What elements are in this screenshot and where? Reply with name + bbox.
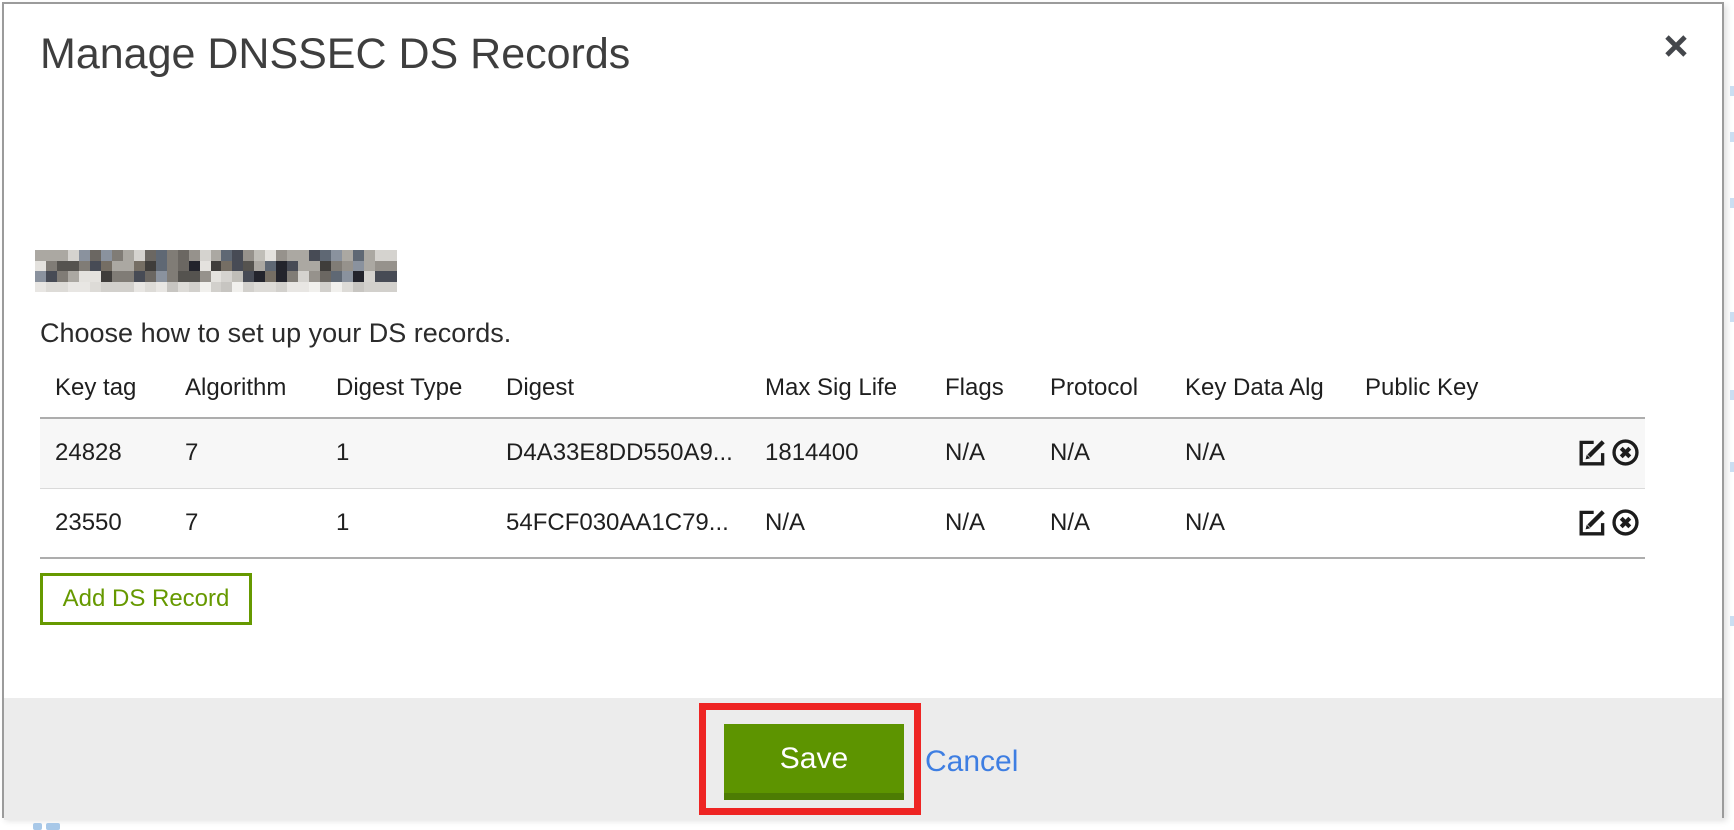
background-page-fragment xyxy=(46,823,60,830)
col-digest: Digest xyxy=(491,364,750,418)
cell-actions xyxy=(1545,418,1645,488)
cell-digest: D4A33E8DD550A9... xyxy=(491,418,750,488)
cell-digest: 54FCF030AA1C79... xyxy=(491,488,750,558)
cell-key-tag: 23550 xyxy=(40,488,170,558)
cell-flags: N/A xyxy=(930,418,1035,488)
table-row: 23550 7 1 54FCF030AA1C79... N/A N/A N/A … xyxy=(40,488,1645,558)
cell-actions xyxy=(1545,488,1645,558)
col-flags: Flags xyxy=(930,364,1035,418)
cell-protocol: N/A xyxy=(1035,418,1170,488)
redacted-domain xyxy=(35,250,397,292)
background-page-fragment xyxy=(33,823,42,830)
close-button[interactable] xyxy=(1656,26,1696,66)
remove-circle-icon xyxy=(1610,456,1641,471)
cell-key-data-alg: N/A xyxy=(1170,418,1350,488)
cell-max-sig-life: N/A xyxy=(750,488,930,558)
delete-record-button[interactable] xyxy=(1609,437,1641,469)
col-key-tag: Key tag xyxy=(40,364,170,418)
col-digest-type: Digest Type xyxy=(321,364,491,418)
edit-pencil-icon xyxy=(1577,526,1608,541)
cell-digest-type: 1 xyxy=(321,488,491,558)
table-header: Key tag Algorithm Digest Type Digest Max… xyxy=(40,364,1645,418)
dialog-title: Manage DNSSEC DS Records xyxy=(40,30,630,79)
edit-pencil-icon xyxy=(1577,456,1608,471)
cell-algorithm: 7 xyxy=(170,488,321,558)
cell-algorithm: 7 xyxy=(170,418,321,488)
add-ds-record-button[interactable]: Add DS Record xyxy=(40,573,252,625)
cell-key-data-alg: N/A xyxy=(1170,488,1350,558)
background-page-fragment xyxy=(1730,312,1734,322)
delete-record-button[interactable] xyxy=(1609,507,1641,539)
ds-records-table: Key tag Algorithm Digest Type Digest Max… xyxy=(40,364,1645,559)
cell-max-sig-life: 1814400 xyxy=(750,418,930,488)
cell-protocol: N/A xyxy=(1035,488,1170,558)
remove-circle-icon xyxy=(1610,526,1641,541)
background-page-fragment xyxy=(1730,132,1734,142)
col-algorithm: Algorithm xyxy=(170,364,321,418)
edit-record-button[interactable] xyxy=(1576,507,1608,539)
background-page-fragment xyxy=(1730,616,1734,626)
cell-public-key xyxy=(1350,488,1545,558)
background-page-fragment xyxy=(1730,198,1734,208)
col-key-data-alg: Key Data Alg xyxy=(1170,364,1350,418)
cell-digest-type: 1 xyxy=(321,418,491,488)
background-page-fragment xyxy=(1730,390,1734,400)
cell-flags: N/A xyxy=(930,488,1035,558)
col-public-key: Public Key xyxy=(1350,364,1545,418)
x-icon xyxy=(1661,31,1691,61)
col-protocol: Protocol xyxy=(1035,364,1170,418)
table-row: 24828 7 1 D4A33E8DD550A9... 1814400 N/A … xyxy=(40,418,1645,488)
manage-dnssec-dialog: Manage DNSSEC DS Records Choose how to s… xyxy=(2,2,1724,818)
cancel-link[interactable]: Cancel xyxy=(925,724,1018,800)
cell-key-tag: 24828 xyxy=(40,418,170,488)
cell-public-key xyxy=(1350,418,1545,488)
background-page-fragment xyxy=(1730,462,1734,472)
background-page-fragment xyxy=(1730,86,1734,96)
edit-record-button[interactable] xyxy=(1576,437,1608,469)
col-actions xyxy=(1545,364,1645,418)
col-max-sig-life: Max Sig Life xyxy=(750,364,930,418)
save-button[interactable]: Save xyxy=(724,724,904,800)
instruction-text: Choose how to set up your DS records. xyxy=(40,318,511,349)
